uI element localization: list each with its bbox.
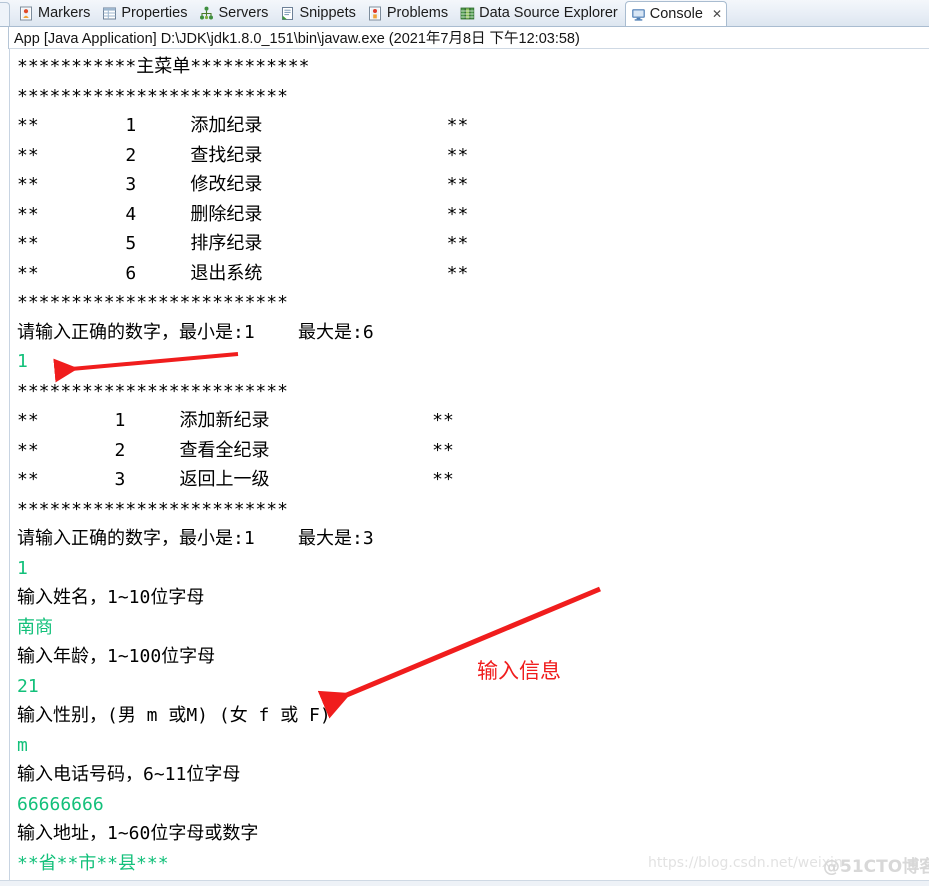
console-output-line: 请输入正确的数字，最小是:1 最大是:6 [17, 321, 374, 343]
tab-servers[interactable]: Servers [194, 0, 275, 26]
console-input-line: 21 [17, 675, 39, 697]
console-input-line: 南商 [17, 616, 53, 638]
console-input-line: m [17, 734, 28, 756]
console-output-line: ** 1 添加纪录 ** [17, 115, 469, 136]
console-output-line: ************************* [17, 498, 288, 520]
console-output-line: 输入地址，1~60位字母或数字 [17, 823, 259, 844]
tab-data-source-explorer[interactable]: Data Source Explorer [455, 0, 625, 26]
tab-console-label: Console [649, 5, 703, 22]
annotation-label-input-info: 输入信息 [477, 659, 561, 683]
tab-markers-label: Markers [38, 4, 91, 21]
console-output-area[interactable]: ***********主菜单*********** ***************… [0, 49, 929, 885]
console-header-stub [0, 27, 9, 49]
console-output-line: ** 1 添加新纪录 ** [17, 410, 454, 431]
tab-snippets-label: Snippets [299, 4, 356, 21]
servers-icon [199, 6, 214, 21]
markers-icon [19, 6, 34, 21]
tab-markers[interactable]: Markers [14, 0, 97, 26]
tabbar-left-stub [0, 2, 10, 26]
console-input-line: 1 [17, 557, 28, 579]
console-input-line: 66666666 [17, 793, 104, 815]
console-output-line: 输入性别，(男 m 或M) (女 f 或 F) [17, 705, 331, 726]
tab-snippets[interactable]: Snippets [275, 0, 362, 26]
tab-servers-label: Servers [218, 4, 269, 21]
console-output-line: ** 2 查看全纪录 ** [17, 439, 454, 461]
console-icon [631, 7, 646, 22]
tab-properties[interactable]: Properties [97, 0, 194, 26]
tab-console[interactable]: Console ✕ [624, 1, 728, 26]
properties-icon [102, 6, 117, 21]
console-input-line: **省**市**县*** [17, 852, 169, 874]
console-output-line: ** 6 退出系统 ** [17, 262, 469, 284]
console-output-line: ** 5 排序纪录 ** [17, 233, 469, 254]
eclipse-console-window: Markers Properties Servers Snippets Prob… [0, 0, 929, 886]
tab-problems[interactable]: Problems [363, 0, 455, 26]
console-output-line: ************************* [17, 292, 288, 313]
data-source-explorer-icon [460, 6, 475, 21]
console-output-line: ** 3 修改纪录 ** [17, 174, 469, 195]
tabbar-empty-area [727, 0, 929, 26]
console-output-line: ************************* [17, 85, 288, 107]
console-output-line: 输入年龄，1~100位字母 [17, 646, 216, 667]
console-line-list: ***********主菜单*********** ***************… [17, 52, 929, 878]
view-tabbar: Markers Properties Servers Snippets Prob… [0, 0, 929, 27]
tab-data-source-explorer-label: Data Source Explorer [479, 4, 618, 21]
console-output-line: 输入电话号码，6~11位字母 [17, 764, 241, 785]
console-output-line: ***********主菜单*********** [17, 56, 310, 77]
close-icon[interactable]: ✕ [712, 8, 722, 20]
console-process-header: App [Java Application] D:\JDK\jdk1.8.0_1… [0, 27, 929, 49]
console-output-line: 请输入正确的数字，最小是:1 最大是:3 [17, 528, 374, 549]
console-output-line: ** 4 删除纪录 ** [17, 203, 469, 225]
console-output-line: ************************* [17, 380, 288, 402]
console-output-line: ** 3 返回上一级 ** [17, 469, 454, 490]
tab-properties-label: Properties [121, 4, 188, 21]
problems-icon [368, 6, 383, 21]
console-output-line: 输入姓名，1~10位字母 [17, 587, 205, 608]
window-bottom-edge [0, 880, 929, 886]
console-output-line: ** 2 查找纪录 ** [17, 144, 469, 166]
console-left-rail [9, 49, 10, 885]
snippets-icon [280, 6, 295, 21]
console-input-line: 1 [17, 351, 28, 372]
tab-problems-label: Problems [386, 4, 449, 21]
